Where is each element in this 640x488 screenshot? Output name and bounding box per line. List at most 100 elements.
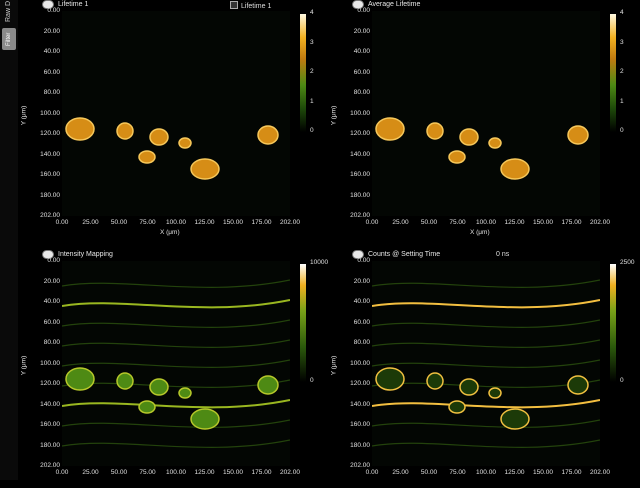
tissue-strand [62,359,290,368]
colorbar-tick: 3 [620,38,624,46]
x-tick-label: 100.00 [166,219,186,226]
y-tick-label: 140.00 [350,150,370,158]
x-tick-label: 75.00 [139,219,156,226]
panel-extra[interactable]: Lifetime 1 [230,1,271,10]
colorbar-tick: 2 [620,68,624,75]
colorbar [300,264,306,382]
x-tick-label: 50.00 [420,469,438,476]
tissue-strand [62,299,290,309]
image-svg [372,279,600,448]
cell-blob [116,372,134,390]
x-tick-label: 100.00 [476,219,496,226]
checkbox[interactable] [230,1,238,9]
y-tick-label: 60.00 [43,318,60,326]
x-tick-label: 150.00 [223,469,243,476]
x-tick-label: 50.00 [110,219,128,226]
colorbar-tick: 0 [310,127,314,134]
tissue-strand [372,299,600,309]
raw-data-tab[interactable]: Raw D [0,0,18,22]
y-tick-label: 160.00 [40,171,60,178]
x-tick-label: 202.00 [590,219,610,226]
tissue-strand [62,399,290,409]
cell-blob [257,375,279,395]
colorbar [610,264,616,382]
x-tick-label: 0.00 [55,219,69,226]
y-axis-label: Y (μm) [330,105,338,126]
filter-tab[interactable]: Filter [2,28,16,50]
y-tick-label: 180.00 [40,191,60,199]
cell-blob [178,137,192,149]
tissue-strand [372,319,600,328]
x-tick-label: 75.00 [449,469,466,476]
cell-blob [567,375,589,395]
cell-blob [178,387,192,399]
colorbar-tick: 1 [620,97,624,105]
x-tick-label: 25.00 [392,469,409,476]
x-axis-label: X (μm) [470,229,490,236]
cell-blob [257,125,279,145]
y-tick-label: 80.00 [43,89,60,96]
image-plot[interactable] [372,261,600,466]
y-tick-label: 120.00 [40,130,60,137]
x-tick-label: 25.00 [392,219,409,226]
colorbar-tick: 4 [620,9,624,16]
y-tick-label: 202.00 [40,462,60,469]
y-tick-label: 0.00 [47,7,60,14]
x-tick-label: 175.00 [251,219,272,226]
cell-blob [149,128,169,146]
x-tick-label: 125.00 [504,219,525,226]
colorbar-tick: 0 [620,127,624,134]
tissue-strand [372,359,600,368]
x-tick-label: 150.00 [533,219,553,226]
y-tick-label: 100.00 [40,109,60,117]
panel-title: Counts @ Setting Time [368,251,441,258]
cell-blob [426,122,444,140]
image-plot[interactable] [62,11,290,216]
image-plot[interactable] [62,261,290,466]
y-tick-label: 160.00 [40,421,60,428]
colorbar-tick: 1 [310,97,314,105]
y-tick-label: 20.00 [353,27,370,35]
y-axis-label: Y (μm) [20,105,28,126]
y-tick-label: 0.00 [357,7,370,14]
tissue-strand [62,379,290,388]
colorbar [300,14,306,132]
y-tick-label: 80.00 [43,339,60,346]
tissue-strand [372,339,600,348]
panel-extra: 0 ns [496,251,510,258]
x-tick-label: 50.00 [420,219,438,226]
y-tick-label: 0.00 [357,257,370,264]
y-tick-label: 40.00 [353,48,370,55]
y-tick-label: 180.00 [350,191,370,199]
tissue-strand [372,379,600,388]
x-tick-label: 202.00 [590,469,610,476]
cell-blob [375,367,405,391]
y-axis-label: Y (μm) [330,355,338,376]
cell-blob [459,128,479,146]
cell-blob [138,150,156,164]
cell-blob [448,400,466,414]
tissue-strand [372,419,600,428]
side-tab-strip: Raw D Filter [0,0,18,480]
x-tick-label: 175.00 [561,469,582,476]
cell-blob [448,150,466,164]
y-tick-label: 100.00 [40,359,60,367]
y-tick-label: 80.00 [353,89,370,96]
x-tick-label: 50.00 [110,469,128,476]
x-tick-label: 202.00 [280,469,300,476]
x-tick-label: 0.00 [365,469,379,476]
y-tick-label: 202.00 [350,212,370,219]
tissue-strand [372,279,600,288]
y-tick-label: 140.00 [40,400,60,408]
image-svg [62,279,290,448]
x-tick-label: 150.00 [533,469,553,476]
cell-blob [500,408,530,430]
image-svg [65,117,279,180]
plot-panel: Intensity Mapping 0.00 20.00 40.00 60.00 80.0… [20,250,328,488]
y-tick-label: 120.00 [350,130,370,137]
image-plot[interactable] [372,11,600,216]
y-tick-label: 100.00 [350,359,370,367]
tissue-strand [62,339,290,348]
cell-blob [138,400,156,414]
cell-blob [190,158,220,180]
